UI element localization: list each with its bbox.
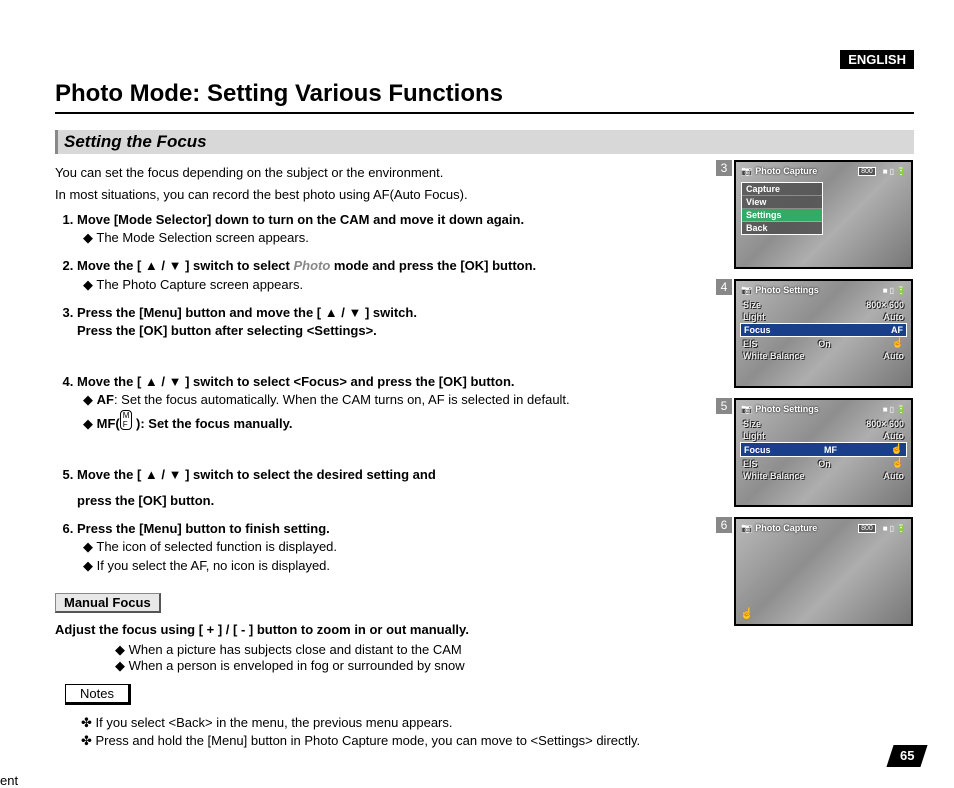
page-number: 65 (886, 745, 927, 767)
intro-line: In most situations, you can record the b… (55, 186, 716, 204)
camera-icon (741, 523, 755, 534)
camera-icon (741, 285, 755, 296)
intro-line: You can set the focus depending on the s… (55, 164, 716, 182)
mf-icon: MF (120, 410, 133, 430)
resolution-badge: 800 (858, 167, 876, 176)
step-detail: If you select the AF, no icon is display… (83, 557, 716, 575)
mf-indicator-icon: ☝ (740, 607, 754, 620)
camera-icon (741, 166, 755, 177)
menu-item-capture: Capture (742, 183, 822, 196)
step-detail: The Mode Selection screen appears. (83, 229, 716, 247)
menu-item-back: Back (742, 222, 822, 234)
figure-number: 6 (716, 517, 732, 533)
step-4: Move the [ / ] switch to select <Focus> … (77, 373, 716, 433)
menu-item-settings: Settings (742, 209, 822, 222)
status-icons: ■▯🔋 (883, 167, 906, 176)
step-3: Press the [Menu] button and move the [ /… (77, 304, 716, 340)
figure-4: 4 Photo Settings ■▯🔋 Size800× 600 LightA… (734, 279, 914, 388)
step-5: Move the [ / ] switch to select the desi… (77, 466, 716, 510)
popup-menu: Capture View Settings Back (741, 182, 823, 235)
mf-bullet: When a picture has subjects close and di… (115, 642, 716, 658)
hand-icon: ☝ (892, 458, 904, 469)
setting-row-focus: FocusMF☝ (740, 442, 907, 457)
down-triangle-icon (169, 258, 182, 273)
figure-5: 5 Photo Settings ■▯🔋 Size800× 600 LightA… (734, 398, 914, 507)
language-tag: ENGLISH (840, 50, 914, 69)
camera-icon (741, 404, 755, 415)
setting-row-wb: White BalanceAuto (740, 470, 907, 482)
step-detail: MF(MF ): Set the focus manually. (83, 410, 716, 433)
section-heading: Setting the Focus (55, 130, 914, 154)
down-triangle-icon (348, 305, 361, 320)
notes-heading: Notes (65, 684, 131, 705)
step-detail: The Photo Capture screen appears. (83, 276, 716, 294)
mf-bullet: When a person is enveloped in fog or sur… (115, 658, 716, 674)
note-item: If you select <Back> in the menu, the pr… (81, 715, 716, 731)
screen-title: Photo Capture (755, 523, 817, 533)
note-item: Press and hold the [Menu] button in Phot… (81, 733, 716, 749)
status-icons: ■▯🔋 (883, 286, 906, 295)
setting-row-size: Size800× 600 (740, 418, 907, 430)
page-title: Photo Mode: Setting Various Functions (55, 80, 914, 114)
hand-icon: ☝ (891, 444, 903, 455)
screen-title: Photo Settings (755, 285, 819, 295)
figure-6: 6 Photo Capture 800 ■▯🔋 ☝ (734, 517, 914, 626)
status-icons: ■▯🔋 (883, 405, 906, 414)
screen-title: Photo Capture (755, 166, 817, 176)
up-triangle-icon (145, 467, 158, 482)
hand-icon: ☝ (892, 338, 904, 349)
up-triangle-icon (145, 374, 158, 389)
setting-row-light: LightAuto (740, 430, 907, 442)
step-2: Move the [ / ] switch to select Photo mo… (77, 257, 716, 293)
figure-3: 3 Photo Capture 800 ■▯🔋 Capture View Set… (734, 160, 914, 269)
up-triangle-icon (145, 258, 158, 273)
status-icons: ■▯🔋 (883, 524, 906, 533)
manual-focus-line: Adjust the focus using [ + ] / [ - ] but… (55, 621, 716, 639)
setting-row-wb: White BalanceAuto (740, 350, 907, 362)
step-detail: AF: Set the focus automatically. When th… (83, 391, 716, 409)
up-triangle-icon (325, 305, 338, 320)
figure-number: 4 (716, 279, 732, 295)
step-1: Move [Mode Selector] down to turn on the… (77, 211, 716, 247)
step-detail: The icon of selected function is display… (83, 538, 716, 556)
step-6: Press the [Menu] button to finish settin… (77, 520, 716, 575)
down-triangle-icon (169, 467, 182, 482)
setting-row-light: LightAuto (740, 311, 907, 323)
resolution-badge: 800 (858, 524, 876, 533)
setting-row-eis: EISOn☝ (740, 337, 907, 350)
figure-number: 3 (716, 160, 732, 176)
setting-row-eis: EISOn☝ (740, 457, 907, 470)
body-text: You can set the focus depending on the s… (55, 160, 716, 753)
setting-row-focus: FocusAF (740, 323, 907, 337)
figure-number: 5 (716, 398, 732, 414)
menu-item-view: View (742, 196, 822, 209)
down-triangle-icon (169, 374, 182, 389)
manual-focus-heading: Manual Focus (55, 593, 161, 613)
setting-row-size: Size800× 600 (740, 299, 907, 311)
screen-title: Photo Settings (755, 404, 819, 414)
